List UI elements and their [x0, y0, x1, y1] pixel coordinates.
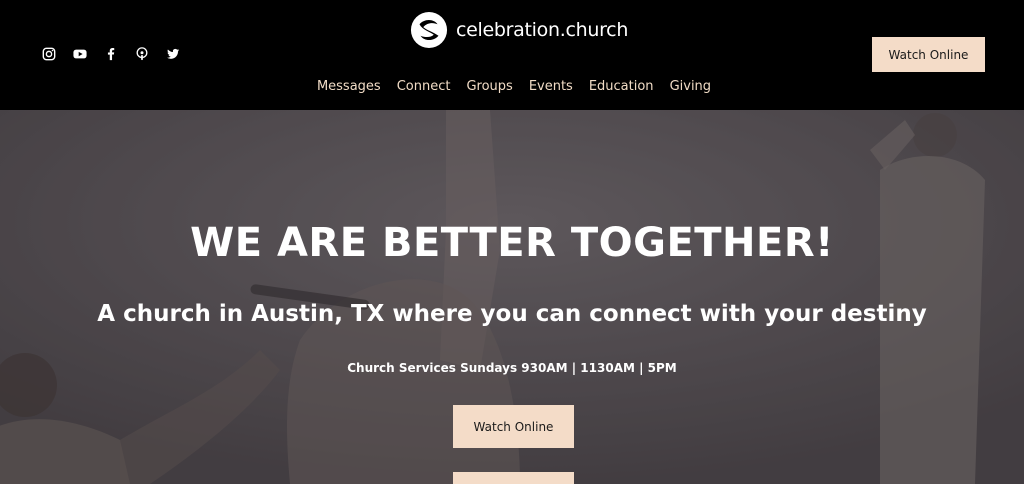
nav-events[interactable]: Events — [529, 79, 573, 94]
logo-mark-icon — [410, 11, 448, 49]
logo-text: celebration.church — [456, 19, 629, 41]
main-nav: Messages Connect Groups Events Education… — [0, 79, 1024, 94]
instagram-icon[interactable] — [41, 46, 56, 61]
hero-section: WE ARE BETTER TOGETHER! A church in Aust… — [0, 110, 1024, 484]
nav-groups[interactable]: Groups — [466, 79, 512, 94]
nav-messages[interactable]: Messages — [317, 79, 381, 94]
hero-subtitle: A church in Austin, TX where you can con… — [97, 301, 927, 327]
social-links — [41, 46, 180, 61]
site-logo[interactable]: celebration.church — [410, 10, 628, 50]
nav-education[interactable]: Education — [589, 79, 654, 94]
hero-watch-online-button[interactable]: Watch Online — [453, 405, 574, 448]
facebook-icon[interactable] — [103, 46, 118, 61]
twitter-icon[interactable] — [165, 46, 180, 61]
watch-online-button[interactable]: Watch Online — [872, 37, 985, 72]
nav-giving[interactable]: Giving — [670, 79, 711, 94]
nav-connect[interactable]: Connect — [397, 79, 451, 94]
site-header: celebration.church Messages Connect Grou… — [0, 0, 1024, 110]
podcast-icon[interactable] — [134, 46, 149, 61]
hero-secondary-button[interactable] — [453, 472, 574, 484]
hero-title: WE ARE BETTER TOGETHER! — [190, 220, 834, 266]
youtube-icon[interactable] — [72, 46, 87, 61]
service-times: Church Services Sundays 930AM | 1130AM |… — [347, 361, 677, 375]
